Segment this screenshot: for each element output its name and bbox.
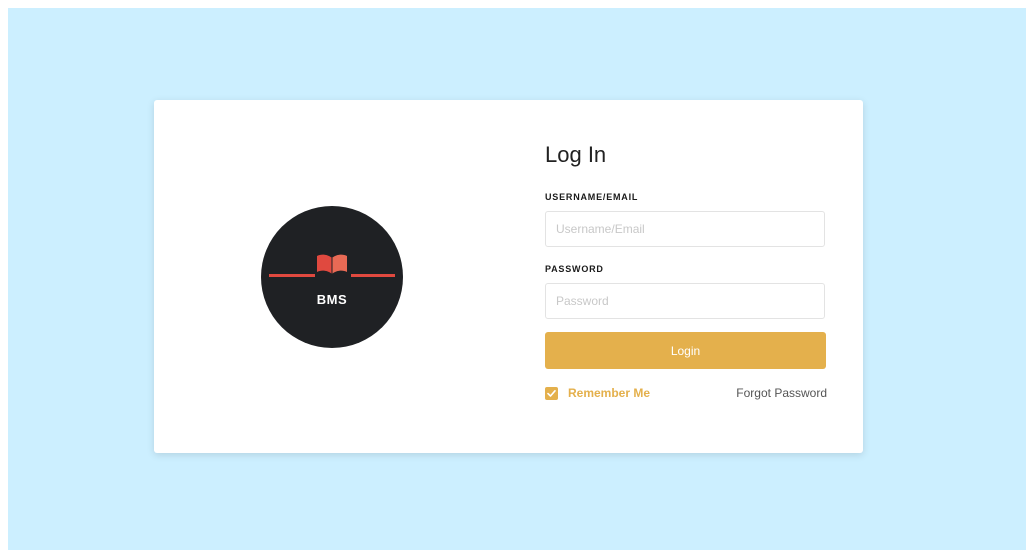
logo-line-right <box>351 274 395 277</box>
username-input[interactable] <box>545 211 825 247</box>
username-label: USERNAME/EMAIL <box>545 192 639 202</box>
remember-me-label: Remember Me <box>568 386 651 400</box>
login-card: BMS Log In USERNAME/EMAIL PASSWORD Login… <box>154 100 863 453</box>
check-icon <box>547 389 556 397</box>
login-button[interactable]: Login <box>545 332 826 369</box>
remember-me-checkbox[interactable]: Remember Me <box>545 386 650 400</box>
form-title: Log In <box>545 142 607 167</box>
password-input[interactable] <box>545 283 825 319</box>
book-icon <box>317 254 347 274</box>
forgot-password-link[interactable]: Forgot Password <box>736 386 827 400</box>
logo-text: BMS <box>316 292 348 307</box>
bms-logo: BMS <box>261 206 403 348</box>
logo-line-left <box>269 274 315 277</box>
password-label: PASSWORD <box>545 264 604 274</box>
checkbox-checked-icon[interactable] <box>545 386 558 400</box>
